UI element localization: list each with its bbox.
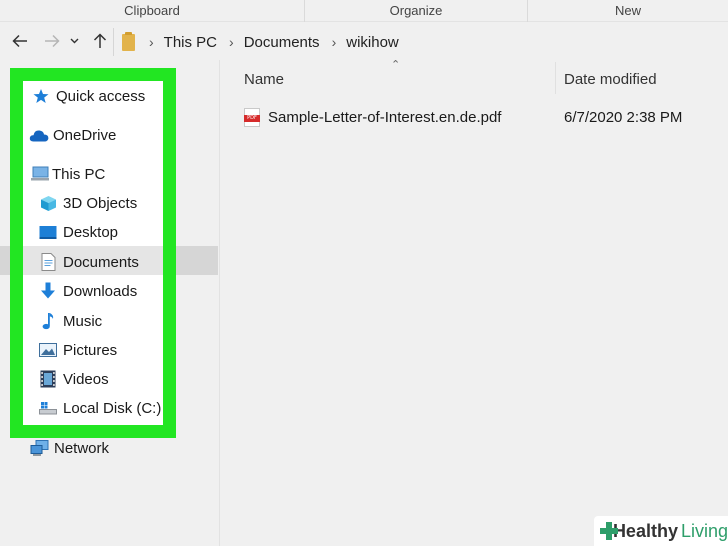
sidebar-item-label: Downloads bbox=[63, 282, 138, 300]
breadcrumb-chevron-icon[interactable]: › bbox=[229, 34, 234, 50]
column-header-date-modified[interactable]: Date modified bbox=[564, 68, 657, 92]
sidebar-item-label: OneDrive bbox=[53, 126, 117, 144]
sidebar-item-quick-access[interactable]: Quick access bbox=[32, 84, 145, 108]
watermark-brand-suffix: Living bbox=[680, 520, 728, 541]
video-icon bbox=[39, 370, 57, 388]
cloud-icon bbox=[29, 126, 49, 144]
sidebar-item-videos[interactable]: Videos bbox=[39, 367, 109, 391]
sidebar-item-label: Videos bbox=[63, 370, 109, 388]
sidebar-item-label: Quick access bbox=[56, 87, 146, 105]
ribbon-group-labels: Clipboard Organize New bbox=[0, 0, 728, 22]
sidebar-item-music[interactable]: Music bbox=[39, 309, 102, 333]
file-row[interactable]: Sample-Letter-of-Interest.en.de.pdf 6/7/… bbox=[244, 104, 724, 130]
sidebar-item-desktop[interactable]: Desktop bbox=[39, 220, 118, 244]
star-icon bbox=[32, 87, 50, 105]
chevron-down-icon bbox=[70, 38, 78, 44]
back-button[interactable] bbox=[9, 30, 31, 52]
ribbon-group-new: New bbox=[614, 3, 641, 18]
arrow-up-icon bbox=[93, 33, 107, 48]
sidebar-item-label: Network bbox=[54, 439, 110, 457]
recent-locations-button[interactable] bbox=[66, 30, 82, 52]
download-icon bbox=[39, 282, 57, 300]
file-name: Sample-Letter-of-Interest.en.de.pdf bbox=[268, 108, 502, 126]
breadcrumb-documents[interactable]: Documents bbox=[244, 34, 320, 51]
watermark-brand: Healthy bbox=[612, 520, 678, 541]
sidebar-item-label: Local Disk (C:) bbox=[63, 399, 162, 417]
ribbon-group-clipboard: Clipboard bbox=[0, 0, 305, 22]
music-note-icon bbox=[39, 312, 57, 330]
sidebar-item-label: Documents bbox=[63, 253, 139, 271]
address-bar[interactable]: › This PC › Documents › wikihow bbox=[113, 28, 728, 56]
up-button[interactable] bbox=[89, 30, 111, 52]
arrow-left-icon bbox=[12, 34, 27, 48]
sidebar-item-label: 3D Objects bbox=[63, 194, 138, 212]
file-list-pane[interactable]: ⌃ Name Date modified Sample-Letter-of-In… bbox=[221, 59, 728, 546]
breadcrumb-this-pc[interactable]: This PC bbox=[164, 34, 217, 51]
sidebar-item-label: This PC bbox=[52, 165, 106, 183]
document-icon bbox=[39, 253, 57, 271]
watermark-logo: Healthy Living bbox=[594, 516, 728, 546]
sidebar-item-label: Music bbox=[63, 312, 103, 330]
picture-icon bbox=[39, 341, 57, 359]
pdf-icon bbox=[244, 107, 260, 127]
sidebar-item-label: Pictures bbox=[63, 341, 118, 359]
ribbon-group-organize: Organize bbox=[305, 0, 528, 22]
breadcrumb-chevron-icon[interactable]: › bbox=[332, 34, 337, 50]
breadcrumb-chevron-icon[interactable]: › bbox=[149, 34, 154, 50]
cross-icon bbox=[600, 522, 618, 540]
forward-button[interactable] bbox=[41, 30, 63, 52]
sidebar-item-local-disk[interactable]: Local Disk (C:) bbox=[39, 396, 161, 420]
file-date-modified: 6/7/2020 2:38 PM bbox=[564, 108, 683, 126]
column-header-name[interactable]: Name bbox=[244, 68, 284, 92]
sidebar-item-pictures[interactable]: Pictures bbox=[39, 338, 117, 362]
cube-icon bbox=[39, 194, 57, 212]
folder-icon bbox=[122, 31, 135, 51]
drive-icon bbox=[39, 399, 57, 417]
arrow-right-icon bbox=[45, 34, 60, 48]
sidebar-item-network[interactable]: Network bbox=[30, 436, 109, 460]
sidebar-item-label: Desktop bbox=[63, 223, 119, 241]
sort-ascending-icon: ⌃ bbox=[391, 59, 401, 71]
computer-icon bbox=[30, 165, 50, 183]
sidebar-item-3d-objects[interactable]: 3D Objects bbox=[39, 191, 137, 215]
navigation-bar: › This PC › Documents › wikihow bbox=[0, 22, 728, 60]
desktop-icon bbox=[39, 223, 57, 241]
sidebar-item-onedrive[interactable]: OneDrive bbox=[29, 123, 116, 147]
sidebar-item-downloads[interactable]: Downloads bbox=[39, 279, 137, 303]
breadcrumb-wikihow[interactable]: wikihow bbox=[346, 34, 399, 51]
sidebar-item-this-pc[interactable]: This PC bbox=[30, 162, 105, 186]
network-icon bbox=[30, 439, 50, 457]
sidebar-item-documents[interactable]: Documents bbox=[39, 250, 139, 274]
column-divider[interactable] bbox=[555, 62, 556, 94]
